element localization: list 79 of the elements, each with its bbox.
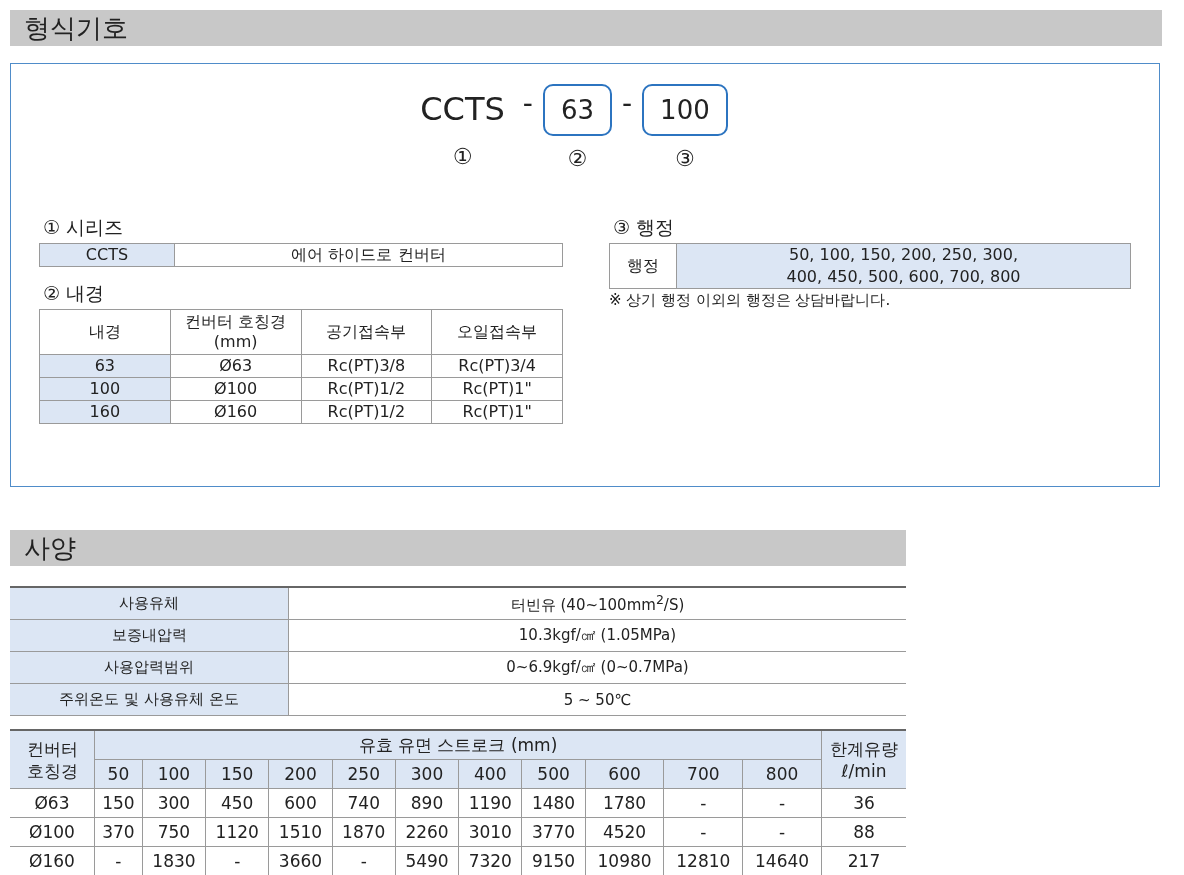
table-cell: 1870 [332,817,396,847]
table-cell: 1780 [585,788,664,818]
code-field: 100 [642,84,728,136]
column-header: 100 [142,759,206,789]
table-cell: 50, 100, 150, 200, 250, 300, 400, 450, 500, 600, 700, 800 [676,243,1131,289]
table-cell: - [742,817,822,847]
code-field: 63 [542,84,612,136]
column-header: 300 [395,759,459,789]
column-header: 600 [585,759,664,789]
stroke-title: ③ 행정 [613,215,676,240]
table-cell: 주위온도 및 사용유체 온도 [10,683,289,716]
column-header: 유효 유면 스트로크 (mm) [94,730,822,760]
table-cell: CCTS [39,243,175,267]
dash-separator: - [521,86,534,122]
table-cell: Rc(PT)1/2 [301,377,432,401]
circled-number: ③ [675,146,695,171]
table-cell: 4520 [585,817,664,847]
table-cell: Rc(PT)1/2 [301,400,432,424]
series-code: CCTS [419,89,506,130]
column-header: 250 [332,759,396,789]
table-cell: 370 [94,817,143,847]
table-cell: Rc(PT)1" [431,377,563,401]
table-cell: 사용유체 [10,587,289,620]
table-cell: 보증내압력 [10,619,289,652]
table-cell: 3010 [458,817,522,847]
table-cell: 사용압력범위 [10,651,289,684]
table-cell: - [663,788,743,818]
table-cell: 600 [268,788,333,818]
column-header: 150 [205,759,269,789]
table-cell: 3770 [521,817,586,847]
table-cell: Ø100 [170,377,301,401]
table-cell: 1190 [458,788,522,818]
column-header: 700 [663,759,743,789]
table-cell: 1120 [205,817,269,847]
table-cell: Ø63 [170,354,301,378]
series-title: ① 시리즈 [43,215,125,240]
table-cell: 890 [395,788,459,818]
table-cell: 행정 [609,243,677,289]
table-cell: 2260 [395,817,459,847]
section-header: 형식기호 [10,10,1162,46]
table-cell: 150 [94,788,143,818]
table-cell: 740 [332,788,396,818]
table-cell: 10.3kgf/㎠ (1.05MPa) [288,619,906,652]
column-header: 400 [458,759,522,789]
table-cell: 100 [39,377,171,401]
note-text: ※ 상기 행정 이외의 행정은 상담바랍니다. [609,291,892,310]
table-cell: 에어 하이드로 컨버터 [174,243,563,267]
table-cell: Ø160 [170,400,301,424]
bore-title: ② 내경 [43,281,106,306]
circled-number: ② [567,146,588,171]
table-cell: 160 [39,400,171,424]
table-cell: 1480 [521,788,586,818]
column-header: 내경 [39,309,171,355]
column-header: 오일접속부 [431,309,563,355]
table-cell: Rc(PT)3/4 [431,354,563,378]
table-cell: - [742,788,822,818]
table-cell: 63 [39,354,171,378]
circled-number: ① [452,144,473,169]
table-cell: 1510 [268,817,333,847]
table-cell: Ø100 [10,817,95,847]
column-header: 컨버터 호칭경 (mm) [170,309,301,355]
column-header: 공기접속부 [301,309,432,355]
column-header: 한계유량 ℓ/min [821,730,906,789]
dash-separator: - [621,86,634,122]
table-cell: 터빈유 (40~100mm$^{2}$/S) [288,587,906,620]
section-header: 사양 [10,530,906,566]
column-header: 800 [742,759,822,789]
column-header: 200 [268,759,333,789]
table-cell: Rc(PT)3/8 [301,354,432,378]
column-header: 500 [521,759,586,789]
table-cell: Ø63 [10,788,95,818]
table-cell: 450 [205,788,269,818]
table-cell: 750 [142,817,206,847]
table-cell: Rc(PT)1" [431,400,563,424]
table-cell: - [663,817,743,847]
table-cell: 5 ~ 50℃ [288,683,906,716]
table-cell: 300 [142,788,206,818]
column-header: 컨버터 호칭경 [10,730,95,789]
table-cell: 0~6.9kgf/㎠ (0~0.7MPa) [288,651,906,684]
